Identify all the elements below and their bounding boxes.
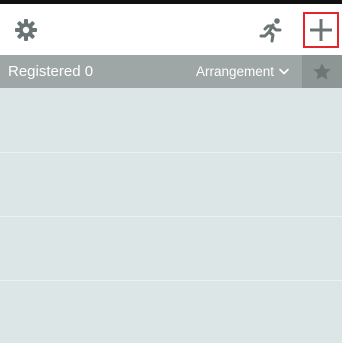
activity-button[interactable] [258, 16, 286, 44]
row-divider [0, 152, 342, 153]
chevron-down-icon [279, 68, 289, 75]
registered-list [0, 88, 342, 343]
add-button[interactable] [303, 12, 339, 48]
arrangement-label: Arrangement [196, 64, 275, 79]
toolbar [0, 4, 342, 54]
list-header: Registered 0 Arrangement [0, 55, 342, 88]
running-person-icon [259, 18, 282, 43]
row-divider [0, 280, 342, 281]
settings-button[interactable] [12, 16, 40, 44]
favorites-button[interactable] [302, 55, 342, 88]
plus-icon [310, 19, 332, 41]
registered-count-label: Registered 0 [8, 63, 94, 80]
row-divider [0, 216, 342, 217]
star-icon [313, 62, 331, 79]
gear-icon [15, 19, 37, 41]
arrangement-dropdown[interactable]: Arrangement [196, 55, 300, 88]
